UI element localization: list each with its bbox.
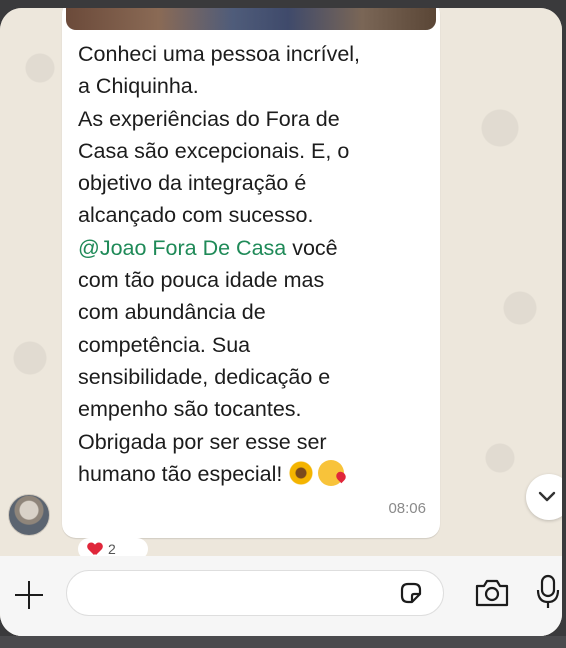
sticker-icon[interactable]	[398, 580, 424, 606]
message-text-part-1: Conheci uma pessoa incrível, a Chiquinha…	[78, 42, 361, 228]
mention-link[interactable]: @Joao Fora De Casa	[78, 236, 286, 260]
message-input[interactable]	[66, 570, 444, 616]
sunflower-icon	[288, 460, 314, 486]
sender-avatar[interactable]	[8, 494, 50, 536]
message-text-part-2: você com tão pouca idade mas com abundân…	[78, 235, 338, 486]
heart-icon	[88, 543, 102, 555]
message-timestamp: 08:06	[388, 500, 426, 517]
attached-photo[interactable]	[66, 8, 436, 30]
camera-icon[interactable]	[474, 578, 510, 608]
plus-icon[interactable]	[12, 578, 46, 612]
message-text: Conheci uma pessoa incrível, a Chiquinha…	[78, 38, 426, 490]
chevron-down-icon	[538, 491, 556, 502]
chat-screen: Conheci uma pessoa incrível, a Chiquinha…	[0, 8, 562, 636]
face-blowing-kiss-icon	[318, 459, 345, 486]
screen-bottom-edge	[0, 636, 566, 648]
scroll-to-bottom-button[interactable]	[526, 474, 562, 520]
message-bubble[interactable]: Conheci uma pessoa incrível, a Chiquinha…	[62, 8, 440, 538]
microphone-icon[interactable]	[536, 574, 560, 610]
composer-bar	[0, 556, 562, 636]
reaction-count: 2	[108, 541, 116, 557]
message-list[interactable]: Conheci uma pessoa incrível, a Chiquinha…	[0, 8, 562, 560]
